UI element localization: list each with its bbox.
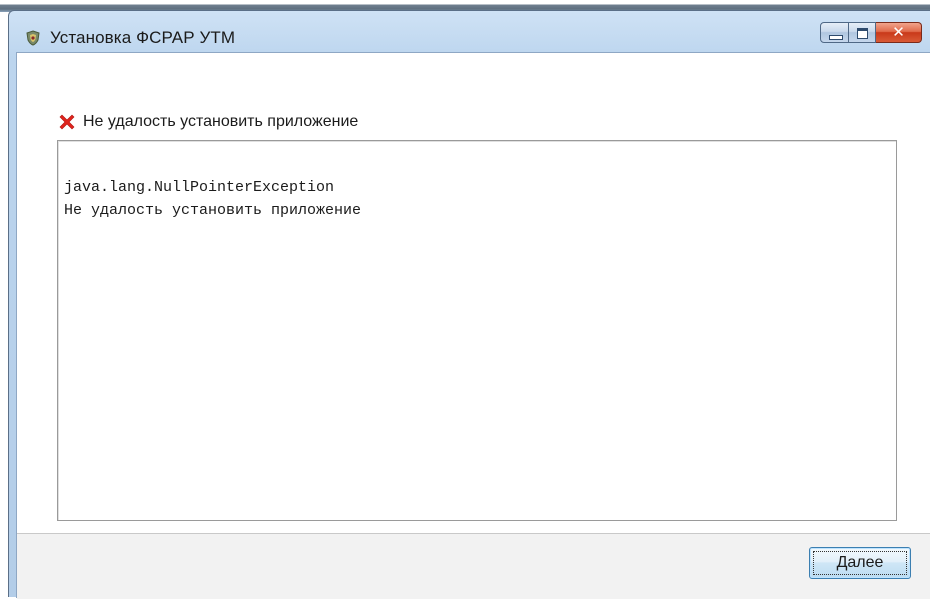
minimize-button[interactable] bbox=[820, 22, 849, 43]
log-line: java.lang.NullPointerException bbox=[64, 179, 335, 196]
button-bar: Далее bbox=[17, 533, 930, 599]
shield-crest-icon bbox=[26, 30, 40, 46]
caption-buttons: ✕ bbox=[820, 22, 922, 46]
maximize-button[interactable] bbox=[849, 22, 876, 43]
window-title: Установка ФСРАР УТМ bbox=[50, 28, 236, 47]
status-message: Не удалость установить приложение bbox=[83, 113, 359, 130]
next-button[interactable]: Далее bbox=[809, 547, 911, 579]
log-line: Не удалость установить приложение bbox=[64, 202, 362, 219]
close-button[interactable]: ✕ bbox=[876, 22, 922, 43]
dialog-content: Не удалость установить приложение java.l… bbox=[16, 52, 930, 599]
log-output[interactable]: java.lang.NullPointerException Не удалос… bbox=[57, 140, 897, 521]
log-lines: java.lang.NullPointerException Не удалос… bbox=[58, 176, 361, 222]
close-icon: ✕ bbox=[892, 23, 905, 41]
next-button-label: Далее bbox=[836, 554, 884, 571]
error-x-icon bbox=[59, 114, 75, 130]
status-line: Не удалость установить приложение bbox=[57, 111, 358, 133]
